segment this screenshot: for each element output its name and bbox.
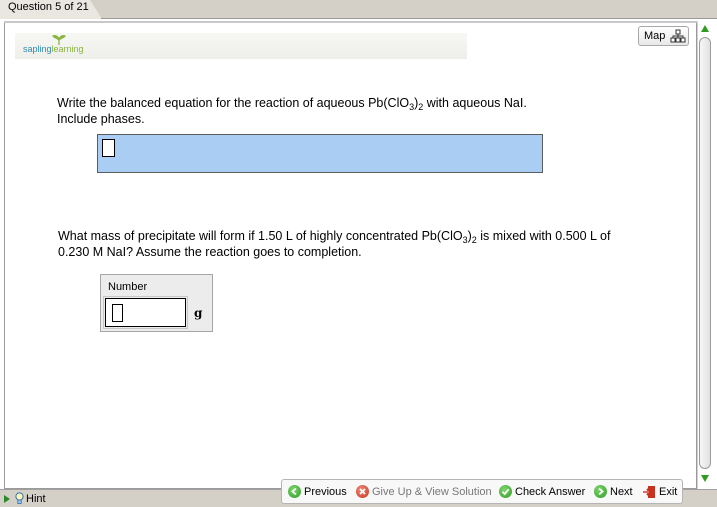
map-icon xyxy=(670,29,686,43)
next-icon xyxy=(594,485,607,498)
sapling-learning-logo: saplinglearning xyxy=(23,35,84,54)
vertical-scrollbar[interactable] xyxy=(697,21,713,489)
number-cursor xyxy=(112,304,123,322)
give-up-icon xyxy=(356,485,369,498)
question-tab-label: Question 5 of 21 xyxy=(8,1,89,13)
q1-text-a: Write the balanced equation for the reac… xyxy=(57,96,410,110)
brand-part2: learning xyxy=(51,44,84,54)
scroll-down-icon[interactable] xyxy=(700,473,710,483)
q1-line2: Include phases. xyxy=(57,112,145,126)
q2-text-a: What mass of precipitate will form if 1.… xyxy=(58,229,463,243)
lightbulb-icon xyxy=(15,492,24,504)
scroll-up-icon[interactable] xyxy=(700,24,710,34)
exit-button[interactable]: Exit xyxy=(642,485,677,499)
exit-icon xyxy=(643,486,655,498)
question-nav-bar: Previous Give Up & View Solution Check A… xyxy=(281,479,683,504)
sprout-icon xyxy=(52,35,66,45)
check-icon xyxy=(499,485,512,498)
previous-label: Previous xyxy=(304,485,347,498)
question-tab[interactable]: Question 5 of 21 xyxy=(0,0,102,19)
give-up-label: Give Up & View Solution xyxy=(372,485,492,498)
q2-text-c: is mixed with 0.500 L of xyxy=(476,229,611,243)
map-button[interactable]: Map xyxy=(638,26,689,46)
frame-top-border xyxy=(4,21,697,23)
hint-button[interactable]: Hint xyxy=(4,492,46,505)
next-button[interactable]: Next xyxy=(594,485,633,498)
question-1-prompt: Write the balanced equation for the reac… xyxy=(57,95,617,127)
map-label: Map xyxy=(644,30,666,42)
number-answer-panel: Number g xyxy=(100,274,213,332)
number-label: Number xyxy=(108,281,148,293)
equation-answer-box[interactable] xyxy=(97,134,543,173)
number-input[interactable] xyxy=(103,296,188,329)
exit-label: Exit xyxy=(659,486,678,498)
q2-line2: 0.230 M NaI? Assume the reaction goes to… xyxy=(58,245,362,259)
unit-label: g xyxy=(194,306,203,320)
hint-label: Hint xyxy=(26,492,46,505)
question-2-prompt: What mass of precipitate will form if 1.… xyxy=(58,228,638,260)
brand-part1: sapling xyxy=(23,44,52,54)
question-tab-bar: Question 5 of 21 xyxy=(0,0,717,19)
equation-cursor xyxy=(102,139,115,157)
check-answer-label: Check Answer xyxy=(515,485,586,498)
check-answer-button[interactable]: Check Answer xyxy=(499,485,585,498)
give-up-button[interactable]: Give Up & View Solution xyxy=(356,485,492,498)
previous-button[interactable]: Previous xyxy=(288,485,347,498)
next-label: Next xyxy=(610,485,633,498)
q1-text-c: with aqueous NaI. xyxy=(423,96,527,110)
scroll-thumb[interactable] xyxy=(699,37,711,469)
previous-icon xyxy=(288,485,301,498)
expand-arrow-icon xyxy=(4,494,10,503)
